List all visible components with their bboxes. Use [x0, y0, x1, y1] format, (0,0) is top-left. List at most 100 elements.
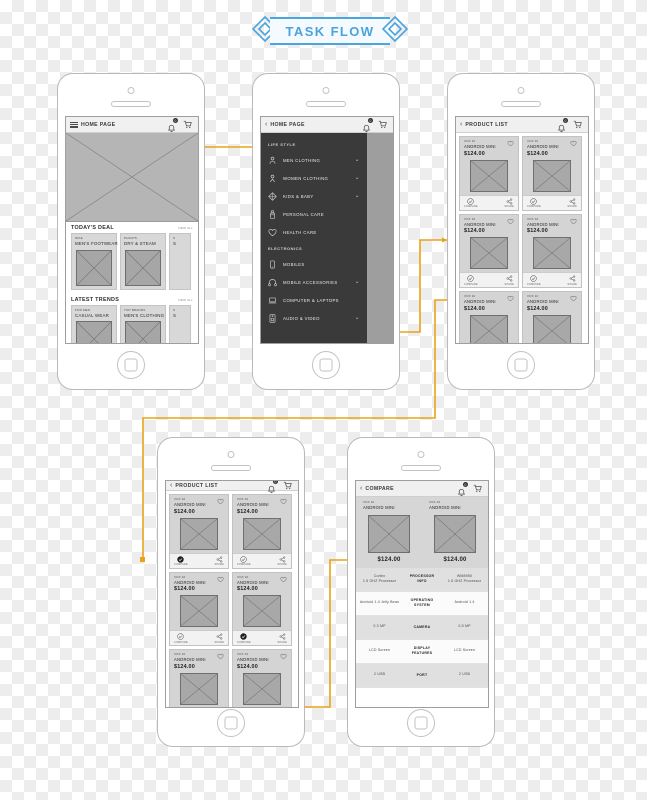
notification-bell-icon[interactable]: 0 — [267, 481, 278, 494]
product-card[interactable]: VOX 10ANDROID MINI$124.00COMPARESHARE — [522, 291, 582, 343]
wishlist-heart-icon[interactable] — [507, 140, 514, 147]
share-icon[interactable] — [569, 275, 576, 282]
product-card[interactable]: VOX 10ANDROID MINI$124.00COMPARESHARE — [522, 136, 582, 211]
home-button[interactable] — [217, 709, 245, 737]
share-icon[interactable] — [569, 198, 576, 205]
cart-icon[interactable] — [378, 120, 387, 129]
deal-card-partial[interactable]: S S — [169, 233, 191, 290]
share-action[interactable]: SHARE — [567, 275, 577, 286]
deal-card[interactable]: NIKE MEN'S FOOTWEAR — [71, 233, 118, 290]
chevron-down-icon[interactable]: ⌄ — [355, 193, 360, 199]
view-all-link[interactable]: VIEW ALL — [178, 298, 193, 302]
product-card[interactable]: VOX 10ANDROID MINI$124.00COMPARESHARE — [169, 649, 229, 707]
drawer-scrim[interactable] — [366, 133, 393, 343]
chevron-left-icon[interactable]: ‹ — [360, 485, 362, 492]
menu-item-computer-laptops[interactable]: COMPUTER & LAPTOPS — [261, 291, 367, 309]
chevron-left-icon[interactable]: ‹ — [170, 482, 172, 489]
compare-check-icon[interactable] — [467, 197, 475, 205]
deal-card[interactable]: PHILIPS DRY & STEAM — [120, 233, 166, 290]
compare-check-icon[interactable] — [240, 555, 248, 563]
notification-bell-icon[interactable]: 0 — [457, 482, 468, 497]
home-button[interactable] — [507, 351, 535, 379]
share-action[interactable]: SHARE — [277, 633, 287, 644]
compare-check-icon[interactable] — [530, 275, 538, 282]
home-button[interactable] — [312, 351, 340, 379]
share-action[interactable]: SHARE — [277, 556, 287, 566]
notification-bell-icon[interactable]: 0 — [362, 118, 373, 133]
product-card[interactable]: VOX 10ANDROID MINI$124.00COMPARESHARE — [459, 136, 519, 211]
chevron-down-icon[interactable]: ⌄ — [355, 175, 360, 181]
chevron-down-icon[interactable]: ⌄ — [355, 279, 360, 285]
wishlist-heart-icon[interactable] — [570, 218, 577, 225]
compare-action[interactable]: COMPARE — [527, 197, 541, 208]
cart-icon[interactable] — [573, 120, 582, 129]
wishlist-heart-icon[interactable] — [507, 218, 514, 225]
chevron-down-icon[interactable]: ⌄ — [355, 157, 360, 163]
cart-icon[interactable] — [183, 120, 192, 129]
compare-action[interactable]: COMPARE — [174, 555, 188, 566]
menu-item-mobiles[interactable]: MOBILES — [261, 255, 367, 273]
spec-value-left: LCD Screen — [368, 648, 391, 653]
compare-action[interactable]: COMPARE — [464, 197, 478, 208]
wishlist-heart-icon[interactable] — [217, 576, 224, 583]
menu-item-personal-care[interactable]: PERSONAL CARE — [261, 205, 367, 223]
share-icon[interactable] — [506, 275, 513, 282]
menu-item-women-clothing[interactable]: WOMEN CLOTHING ⌄ — [261, 169, 367, 187]
view-all-link[interactable]: VIEW ALL — [178, 226, 193, 230]
share-action[interactable]: SHARE — [504, 275, 514, 286]
home-button[interactable] — [407, 709, 435, 737]
wishlist-heart-icon[interactable] — [217, 498, 224, 505]
menu-item-audio-video[interactable]: AUDIO & VIDEO ⌄ — [261, 309, 367, 327]
compare-check-icon[interactable] — [177, 555, 185, 563]
chevron-left-icon[interactable]: ‹ — [460, 121, 462, 128]
cart-icon[interactable] — [473, 484, 482, 493]
compare-check-icon[interactable] — [177, 633, 185, 640]
wishlist-heart-icon[interactable] — [217, 653, 224, 660]
hamburger-icon[interactable] — [70, 121, 78, 128]
notification-bell-icon[interactable]: 0 — [167, 118, 178, 133]
wishlist-heart-icon[interactable] — [570, 140, 577, 147]
cart-icon[interactable] — [283, 481, 292, 490]
share-action[interactable]: SHARE — [567, 198, 577, 208]
wishlist-heart-icon[interactable] — [280, 653, 287, 660]
compare-action[interactable]: COMPARE — [237, 555, 251, 566]
product-card[interactable]: VOX 10ANDROID MINI$124.00COMPARESHARE — [232, 494, 292, 569]
menu-item-men-clothing[interactable]: MEN CLOTHING ⌄ — [261, 151, 367, 169]
menu-item-health-care[interactable]: HEALTH CARE — [261, 223, 367, 241]
share-icon[interactable] — [216, 556, 223, 563]
product-card[interactable]: VOX 10ANDROID MINI$124.00COMPARESHARE — [169, 571, 229, 647]
product-card[interactable]: VOX 10ANDROID MINI$124.00COMPARESHARE — [459, 291, 519, 343]
home-button[interactable] — [117, 351, 145, 379]
product-card[interactable]: VOX 10ANDROID MINI$124.00COMPARESHARE — [459, 213, 519, 289]
notification-bell-icon[interactable]: 0 — [557, 118, 568, 133]
trend-card[interactable]: FOR MEN CASUAL WEAR — [71, 304, 117, 343]
share-action[interactable]: SHARE — [214, 633, 224, 644]
menu-item-mobile-accessories[interactable]: MOBILE ACCESSORIES ⌄ — [261, 273, 367, 291]
share-icon[interactable] — [279, 556, 286, 563]
trend-card[interactable]: TOP BRANDS MEN'S CLOTHING — [120, 304, 166, 343]
product-card[interactable]: VOX 10ANDROID MINI$124.00COMPARESHARE — [232, 571, 292, 647]
compare-action[interactable]: COMPARE — [174, 633, 188, 644]
wishlist-heart-icon[interactable] — [280, 576, 287, 583]
chevron-left-icon[interactable]: ‹ — [265, 121, 267, 128]
compare-check-icon[interactable] — [240, 633, 248, 640]
trend-card-partial[interactable]: S S — [169, 304, 191, 343]
share-action[interactable]: SHARE — [214, 556, 224, 566]
chevron-down-icon[interactable]: ⌄ — [355, 315, 360, 321]
share-icon[interactable] — [506, 198, 513, 205]
product-card[interactable]: VOX 10ANDROID MINI$124.00COMPARESHARE — [169, 494, 229, 569]
share-action[interactable]: SHARE — [504, 198, 514, 208]
compare-check-icon[interactable] — [530, 197, 538, 205]
wishlist-heart-icon[interactable] — [507, 295, 514, 302]
compare-action[interactable]: COMPARE — [237, 633, 251, 644]
product-card[interactable]: VOX 10ANDROID MINI$124.00COMPARESHARE — [522, 213, 582, 289]
compare-action[interactable]: COMPARE — [464, 275, 478, 286]
compare-action[interactable]: COMPARE — [527, 275, 541, 286]
wishlist-heart-icon[interactable] — [280, 498, 287, 505]
menu-item-kids-baby[interactable]: KIDS & BABY ⌄ — [261, 187, 367, 205]
wishlist-heart-icon[interactable] — [570, 295, 577, 302]
share-icon[interactable] — [279, 633, 286, 640]
compare-check-icon[interactable] — [467, 275, 475, 282]
product-card[interactable]: VOX 10ANDROID MINI$124.00COMPARESHARE — [232, 649, 292, 707]
share-icon[interactable] — [216, 633, 223, 640]
